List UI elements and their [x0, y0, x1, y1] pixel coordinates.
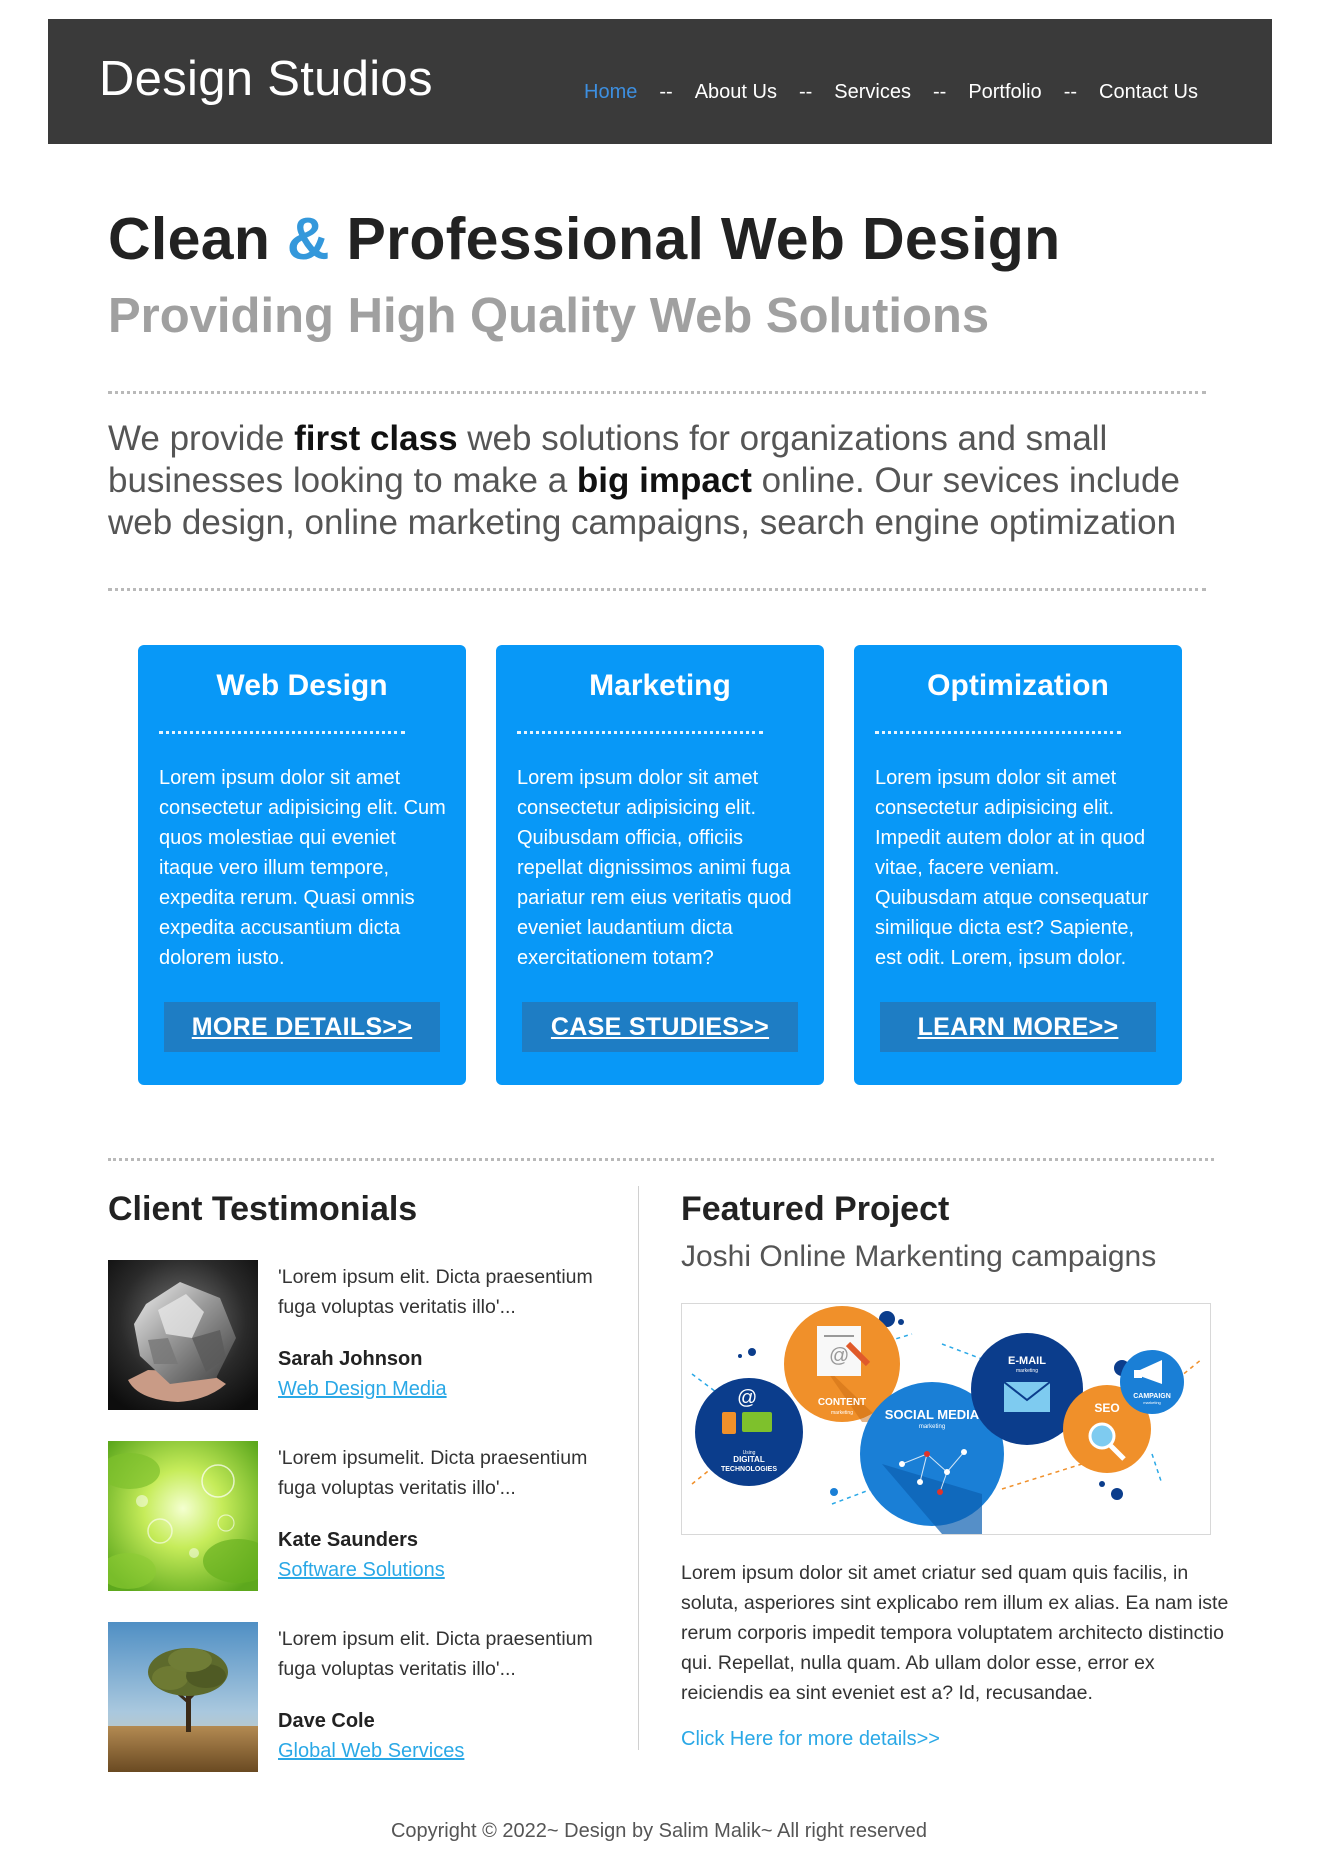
card-text: Lorem ipsum dolor sit amet consectetur a…	[875, 767, 1149, 969]
at-sign-icon: @	[737, 1387, 757, 1409]
svg-text:DIGITAL: DIGITAL	[733, 1455, 765, 1464]
testimonial-item: 'Lorem ipsumelit. Dicta praesentium fuga…	[108, 1441, 608, 1591]
card-web-design: Web Design Lorem ipsum dolor sit amet co…	[138, 645, 466, 1085]
card-divider	[875, 731, 1121, 734]
footer-copyright: Copyright © 2022~ Design by Salim Malik~…	[390, 1820, 928, 1842]
card-optimization: Optimization Lorem ipsum dolor sit amet …	[854, 645, 1182, 1085]
svg-text:marketing: marketing	[1016, 1368, 1038, 1374]
testimonial-name: Dave Cole	[278, 1710, 375, 1732]
site-header: Design Studios Home -- About Us -- Servi…	[48, 19, 1272, 144]
svg-text:E-MAIL: E-MAIL	[1008, 1355, 1046, 1367]
testimonial-quote: 'Lorem ipsum elit. Dicta praesentium fug…	[278, 1266, 593, 1318]
card-title: Optimization	[927, 669, 1109, 702]
card-text: Lorem ipsum dolor sit amet consectetur a…	[517, 767, 792, 969]
hero-title: Clean & Professional Web Design	[108, 206, 1061, 272]
testimonial-company-link[interactable]: Software Solutions	[278, 1559, 445, 1582]
card-marketing: Marketing Lorem ipsum dolor sit amet con…	[496, 645, 824, 1085]
case-studies-button[interactable]: CASE STUDIES>>	[522, 1002, 798, 1052]
learn-more-button[interactable]: LEARN MORE>>	[880, 1002, 1156, 1052]
testimonials-heading: Client Testimonials	[108, 1190, 418, 1228]
testimonial-company-link[interactable]: Global Web Services	[278, 1740, 464, 1763]
hero-subtitle: Providing High Quality Web Solutions	[108, 289, 990, 343]
testimonial-name: Kate Saunders	[278, 1529, 419, 1551]
featured-project-heading: Featured Project	[681, 1190, 950, 1228]
nav-separator: --	[798, 81, 813, 103]
nav-separator: --	[1063, 81, 1078, 103]
svg-text:marketing: marketing	[831, 1410, 853, 1416]
card-title: Marketing	[589, 669, 731, 702]
main-nav: Home -- About Us -- Services -- Portfoli…	[584, 81, 1198, 104]
divider	[108, 1158, 1214, 1161]
rock-photo	[108, 1260, 258, 1410]
site-logo[interactable]: Design Studios	[99, 51, 433, 107]
card-divider	[517, 731, 763, 734]
project-subtitle: Joshi Online Markenting campaigns	[681, 1240, 1157, 1273]
svg-text:SEO: SEO	[1094, 1401, 1119, 1415]
svg-text:CAMPAIGN: CAMPAIGN	[1133, 1393, 1171, 1400]
svg-text:CONTENT: CONTENT	[818, 1397, 866, 1408]
project-details-link[interactable]: Click Here for more details>>	[681, 1728, 940, 1751]
nav-portfolio[interactable]: Portfolio	[968, 81, 1041, 104]
testimonial-company-link[interactable]: Web Design Media	[278, 1378, 447, 1401]
testimonial-quote: 'Lorem ipsum elit. Dicta praesentium fug…	[278, 1628, 593, 1680]
project-description: Lorem ipsum dolor sit amet criatur sed q…	[681, 1562, 1229, 1704]
testimonial-item: 'Lorem ipsum elit. Dicta praesentium fug…	[108, 1260, 608, 1410]
column-divider	[638, 1186, 639, 1750]
testimonial-name: Sarah Johnson	[278, 1348, 423, 1370]
svg-text:SOCIAL MEDIA: SOCIAL MEDIA	[885, 1407, 980, 1422]
card-title: Web Design	[216, 669, 388, 702]
nav-services[interactable]: Services	[834, 81, 911, 104]
svg-text:@: @	[829, 1345, 849, 1367]
testimonial-quote: 'Lorem ipsumelit. Dicta praesentium fuga…	[278, 1447, 588, 1499]
intro-paragraph: We provide first class web solutions for…	[108, 419, 1180, 542]
nav-about[interactable]: About Us	[695, 81, 777, 104]
nav-separator: --	[659, 81, 673, 103]
service-cards: Web Design Lorem ipsum dolor sit amet co…	[138, 645, 1182, 1085]
testimonial-item: 'Lorem ipsum elit. Dicta praesentium fug…	[108, 1622, 608, 1772]
card-divider	[159, 731, 405, 734]
svg-text:marketing: marketing	[919, 1424, 945, 1430]
svg-text:marketing: marketing	[1143, 1400, 1161, 1405]
divider	[108, 588, 1206, 591]
nav-contact[interactable]: Contact Us	[1099, 81, 1198, 104]
tree-photo	[108, 1622, 258, 1772]
nav-separator: --	[932, 81, 947, 103]
svg-text:TECHNOLOGIES: TECHNOLOGIES	[721, 1466, 777, 1473]
divider	[108, 391, 1206, 394]
nav-home[interactable]: Home	[584, 81, 637, 104]
hero-ampersand: &	[286, 206, 330, 272]
project-image-marketing-illustration: @ Using DIGITAL TECHNOLOGIES @ CONTENT m…	[681, 1303, 1211, 1535]
card-text: Lorem ipsum dolor sit amet consectetur a…	[159, 767, 446, 969]
green-bokeh-photo	[108, 1441, 258, 1591]
more-details-button[interactable]: MORE DETAILS>>	[164, 1002, 440, 1052]
